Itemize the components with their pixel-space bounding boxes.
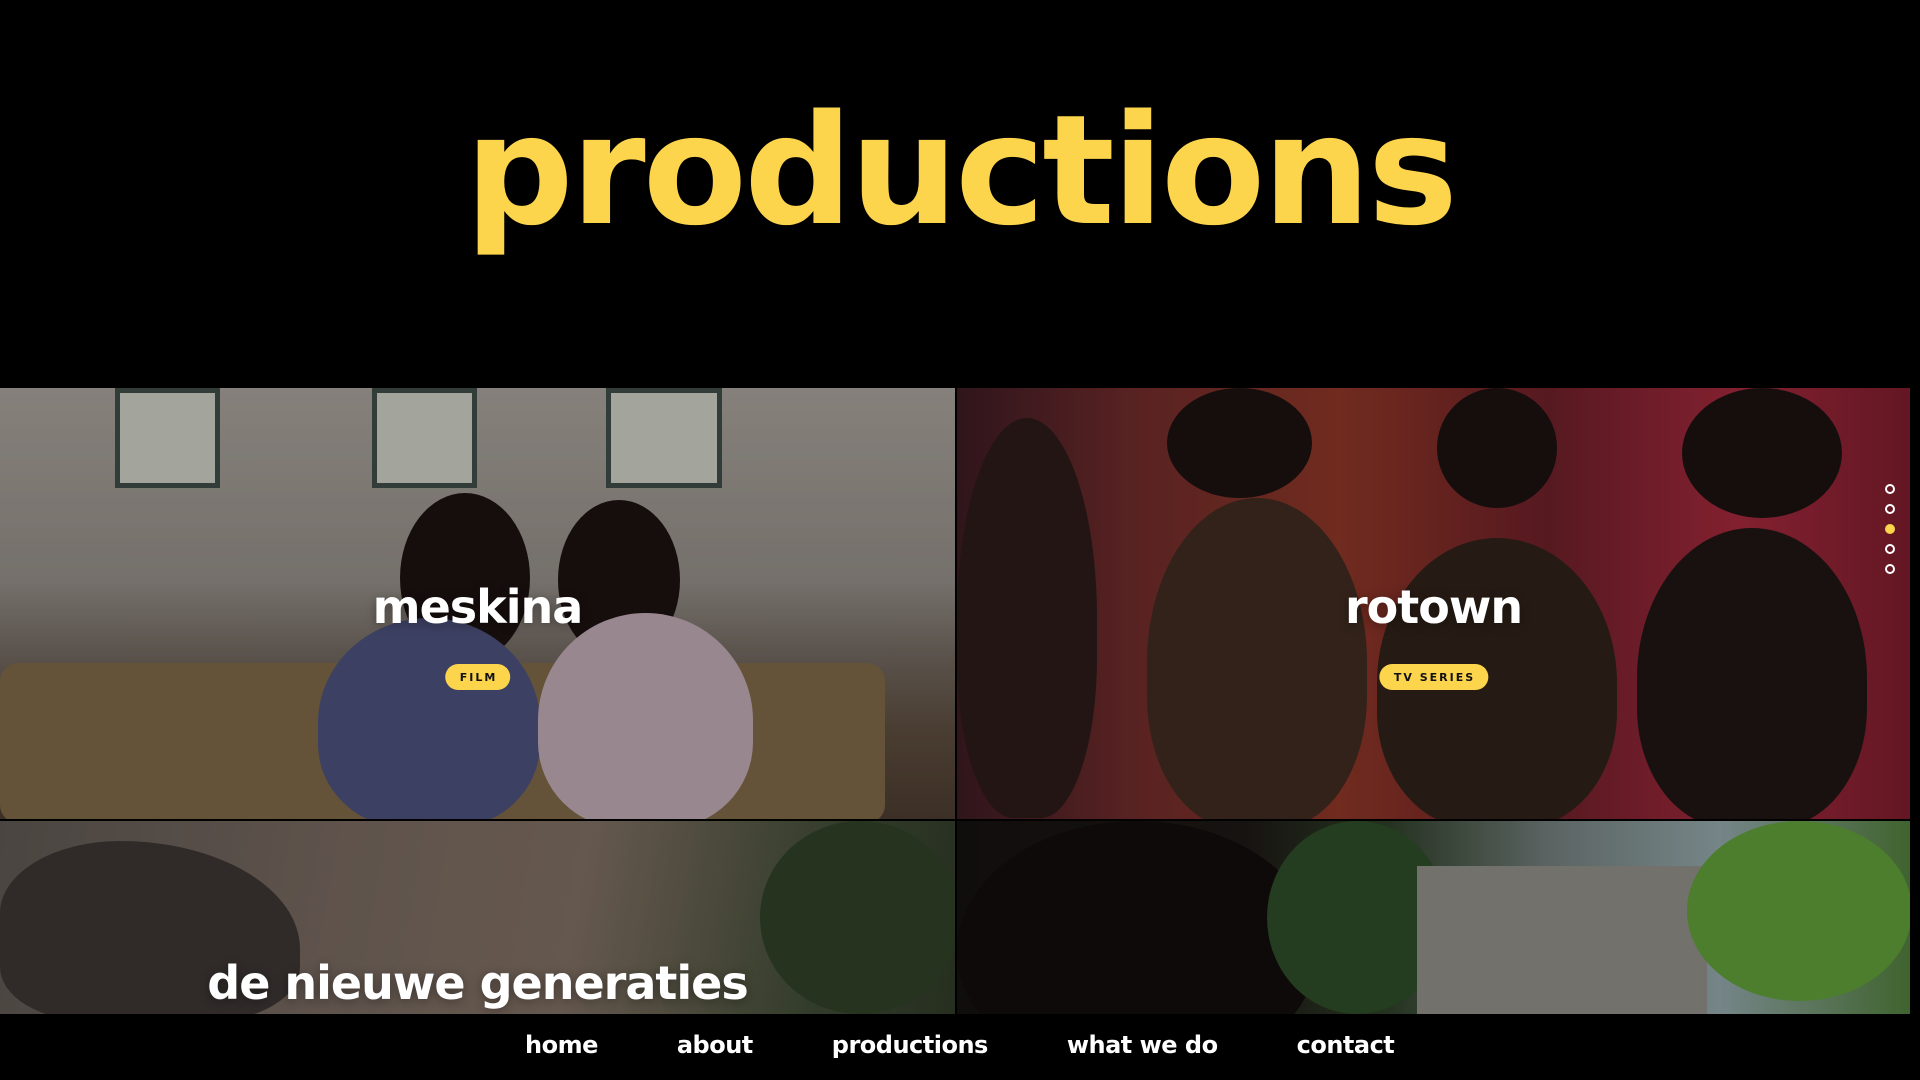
nav-home[interactable]: home (525, 1031, 598, 1059)
production-tile-meskina[interactable]: meskina FILM (0, 388, 955, 819)
nav-what-we-do[interactable]: what we do (1067, 1031, 1218, 1059)
nav-productions[interactable]: productions (832, 1031, 989, 1059)
page-title: productions (464, 82, 1458, 259)
production-tile-de-nieuwe-generaties[interactable]: de nieuwe generaties (0, 821, 955, 1014)
bottom-nav: home about productions what we do contac… (0, 1014, 1920, 1080)
pager-dot[interactable] (1885, 564, 1895, 574)
page: productions meskina FILM rotown TV SERIE… (0, 0, 1920, 1080)
pager-dot-active[interactable] (1885, 524, 1895, 534)
category-badge: TV SERIES (1378, 664, 1489, 690)
production-title: meskina (372, 580, 584, 634)
production-tile-rotown[interactable]: rotown TV SERIES (957, 388, 1910, 819)
production-title: de nieuwe generaties (207, 956, 748, 1010)
production-title: rotown (1344, 580, 1523, 634)
slide-pager (1885, 484, 1899, 584)
pager-dot[interactable] (1885, 504, 1895, 514)
nav-contact[interactable]: contact (1297, 1031, 1395, 1059)
pager-dot[interactable] (1885, 484, 1895, 494)
productions-grid: meskina FILM rotown TV SERIES de nieuwe … (0, 388, 1910, 1014)
category-badge: FILM (444, 664, 511, 690)
production-tile[interactable] (957, 821, 1910, 1014)
nav-about[interactable]: about (677, 1031, 753, 1059)
pager-dot[interactable] (1885, 544, 1895, 554)
